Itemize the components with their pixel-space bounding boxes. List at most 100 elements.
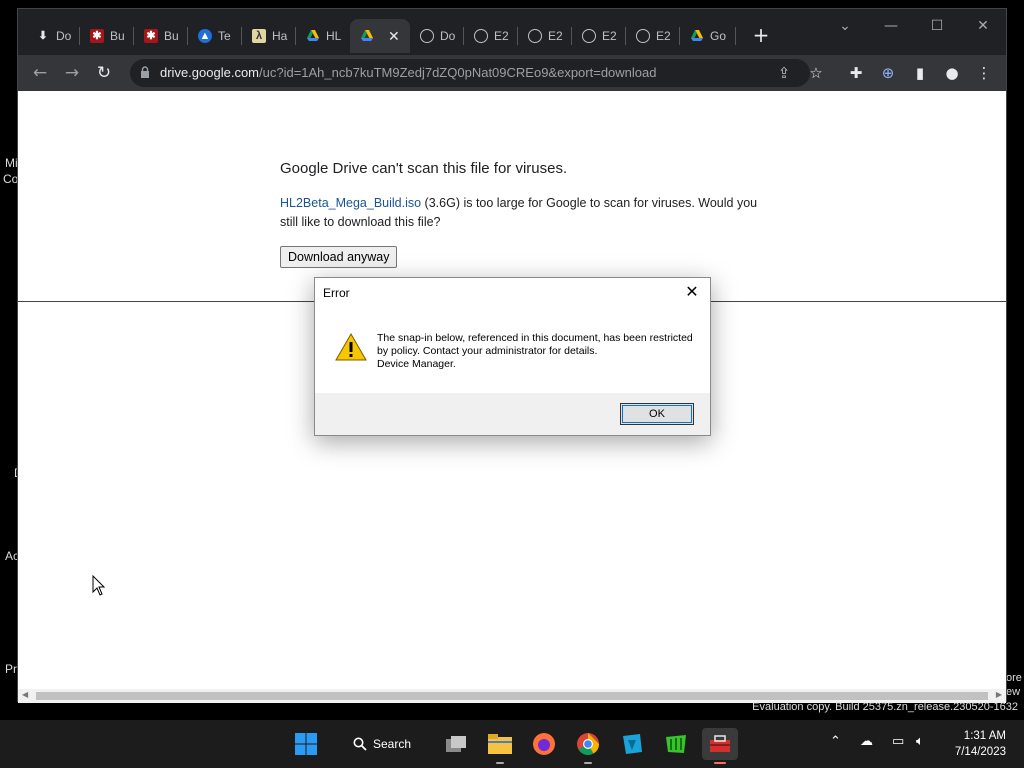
browser-toolbar: ← → ↻ drive.google.com/uc?id=1Ah_ncb7kuT… bbox=[18, 55, 1006, 91]
tab-close-icon[interactable]: ✕ bbox=[388, 28, 400, 45]
download-icon: ⬇ bbox=[38, 30, 48, 42]
tab-te[interactable]: ▲ Te bbox=[188, 19, 242, 53]
app-icon bbox=[623, 734, 642, 754]
profile-icon[interactable]: ● bbox=[940, 61, 964, 85]
extensions-puzzle-icon[interactable]: ✚ bbox=[844, 61, 868, 85]
tab-label: Bu bbox=[164, 29, 179, 43]
bug-icon: ✱ bbox=[90, 29, 104, 43]
address-bar[interactable]: drive.google.com/uc?id=1Ah_ncb7kuTM9Zedj… bbox=[130, 59, 810, 87]
page-title: Google Drive can't scan this file for vi… bbox=[280, 160, 568, 177]
windows-logo-icon bbox=[295, 733, 317, 755]
taskbar-search[interactable]: Search bbox=[343, 729, 423, 759]
share-icon[interactable]: ⇪ bbox=[772, 61, 796, 85]
tab-label: Do bbox=[440, 29, 456, 43]
app-button-bluebird[interactable] bbox=[616, 728, 648, 760]
ok-button[interactable]: OK bbox=[620, 403, 694, 425]
side-panel-icon[interactable]: ▮ bbox=[908, 61, 932, 85]
tab-label: E2 bbox=[548, 29, 563, 43]
evaluation-watermark: Evaluation copy. Build 25375.zn_release.… bbox=[752, 701, 1018, 713]
globe-icon bbox=[528, 29, 542, 43]
tab-hl[interactable]: HL bbox=[296, 19, 350, 53]
firefox-button[interactable] bbox=[528, 728, 560, 760]
desktop-icon-label: Pr bbox=[5, 662, 17, 676]
dialog-close-icon[interactable]: ✕ bbox=[682, 282, 702, 302]
file-link[interactable]: HL2Beta_Mega_Build.iso bbox=[280, 196, 421, 210]
forward-arrow-icon[interactable]: → bbox=[60, 61, 84, 85]
firefox-icon bbox=[533, 733, 555, 755]
file-explorer-button[interactable] bbox=[484, 728, 516, 764]
scroll-right-icon[interactable]: ▶ bbox=[996, 690, 1002, 699]
tab-active-google-drive[interactable]: ✕ bbox=[350, 19, 410, 53]
network-icon[interactable]: ▭ bbox=[892, 734, 904, 749]
dialog-message: The snap-in below, referenced in this do… bbox=[377, 332, 697, 371]
clock-date: 7/14/2023 bbox=[954, 746, 1006, 758]
search-icon bbox=[353, 737, 367, 751]
taskbar-clock[interactable]: 1:31 AM 7/14/2023 bbox=[955, 728, 1006, 760]
watermark-fragment: ore bbox=[1006, 672, 1022, 684]
show-hidden-icons-chevron-icon[interactable]: ⌃ bbox=[830, 734, 841, 749]
folder-icon bbox=[488, 734, 512, 754]
tab-ha[interactable]: λ Ha bbox=[242, 19, 296, 53]
tab-label: HL bbox=[326, 29, 342, 43]
tab-label: Ha bbox=[272, 29, 288, 43]
bookmark-star-icon[interactable]: ☆ bbox=[804, 61, 828, 85]
google-drive-icon bbox=[361, 30, 373, 41]
toolbox-icon bbox=[710, 735, 730, 752]
chrome-icon bbox=[577, 733, 599, 755]
close-window-icon[interactable]: ✕ bbox=[968, 15, 998, 37]
globe-icon bbox=[420, 29, 434, 43]
taskbar: Search ⌃ ☁ ▭ 🔈︎ 1:31 AM 7/14/2023 bbox=[0, 720, 1024, 768]
tab-label: Go bbox=[710, 29, 727, 43]
tab-label: Do bbox=[56, 29, 72, 43]
mouse-cursor-icon bbox=[92, 575, 106, 596]
minimize-icon[interactable]: — bbox=[876, 15, 906, 37]
back-arrow-icon[interactable]: ← bbox=[28, 61, 52, 85]
tab-downloads[interactable]: ⬇ Do bbox=[26, 19, 80, 53]
tab-e2-3[interactable]: E2 bbox=[572, 19, 626, 53]
reload-icon[interactable]: ↻ bbox=[92, 61, 116, 85]
lock-icon bbox=[141, 66, 149, 78]
tab-bug-2[interactable]: ✱ Bu bbox=[134, 19, 188, 53]
search-label: Search bbox=[373, 737, 412, 751]
tab-e2-4[interactable]: E2 bbox=[626, 19, 680, 53]
tab-label: E2 bbox=[494, 29, 509, 43]
virus-scan-message: HL2Beta_Mega_Build.iso (3.6G) is too lar… bbox=[280, 194, 760, 232]
downloads-icon[interactable]: ⊕ bbox=[876, 61, 900, 85]
clock-time: 1:31 AM bbox=[963, 730, 1006, 742]
scroll-left-icon[interactable]: ◀ bbox=[22, 690, 28, 699]
tab-label: E2 bbox=[602, 29, 617, 43]
tab-search-chevron-icon[interactable]: ⌄ bbox=[830, 15, 860, 37]
task-view-icon bbox=[446, 736, 466, 752]
error-dialog: Error ✕ The snap-in below, referenced in… bbox=[314, 277, 711, 436]
url-host: drive.google.com bbox=[160, 65, 259, 80]
google-drive-icon bbox=[307, 30, 319, 41]
bug-icon: ✱ bbox=[144, 29, 158, 43]
volume-icon[interactable]: 🔈︎ bbox=[916, 734, 924, 749]
tab-bug-1[interactable]: ✱ Bu bbox=[80, 19, 134, 53]
app-button-active[interactable] bbox=[702, 728, 738, 764]
tab-e2-1[interactable]: E2 bbox=[464, 19, 518, 53]
maximize-icon[interactable]: ☐ bbox=[922, 15, 952, 37]
tab-go[interactable]: Go bbox=[680, 19, 736, 53]
globe-icon bbox=[582, 29, 596, 43]
watermark-fragment: ew bbox=[1006, 686, 1021, 698]
start-button[interactable] bbox=[290, 728, 322, 760]
lambda-icon: λ bbox=[252, 29, 266, 43]
desktop-icon-label: Mi bbox=[5, 156, 18, 170]
scrollbar-thumb[interactable] bbox=[36, 692, 988, 700]
tab-do[interactable]: Do bbox=[410, 19, 464, 53]
app-button-green[interactable] bbox=[660, 728, 692, 760]
tab-label: E2 bbox=[656, 29, 671, 43]
dialog-message-line: Device Manager. bbox=[377, 358, 456, 370]
tab-label: Bu bbox=[110, 29, 125, 43]
onedrive-icon[interactable]: ☁ bbox=[860, 734, 873, 749]
menu-kebab-icon[interactable]: ⋮ bbox=[972, 61, 996, 85]
task-view-button[interactable] bbox=[440, 728, 472, 760]
tab-e2-2[interactable]: E2 bbox=[518, 19, 572, 53]
url-path: /uc?id=1Ah_ncb7kuTM9Zedj7dZQ0pNat09CREo9… bbox=[259, 65, 657, 80]
chrome-button[interactable] bbox=[572, 728, 604, 764]
new-tab-plus-icon[interactable]: + bbox=[749, 23, 773, 47]
app-icon bbox=[666, 735, 686, 753]
globe-icon bbox=[636, 29, 650, 43]
download-anyway-button[interactable]: Download anyway bbox=[280, 246, 398, 268]
